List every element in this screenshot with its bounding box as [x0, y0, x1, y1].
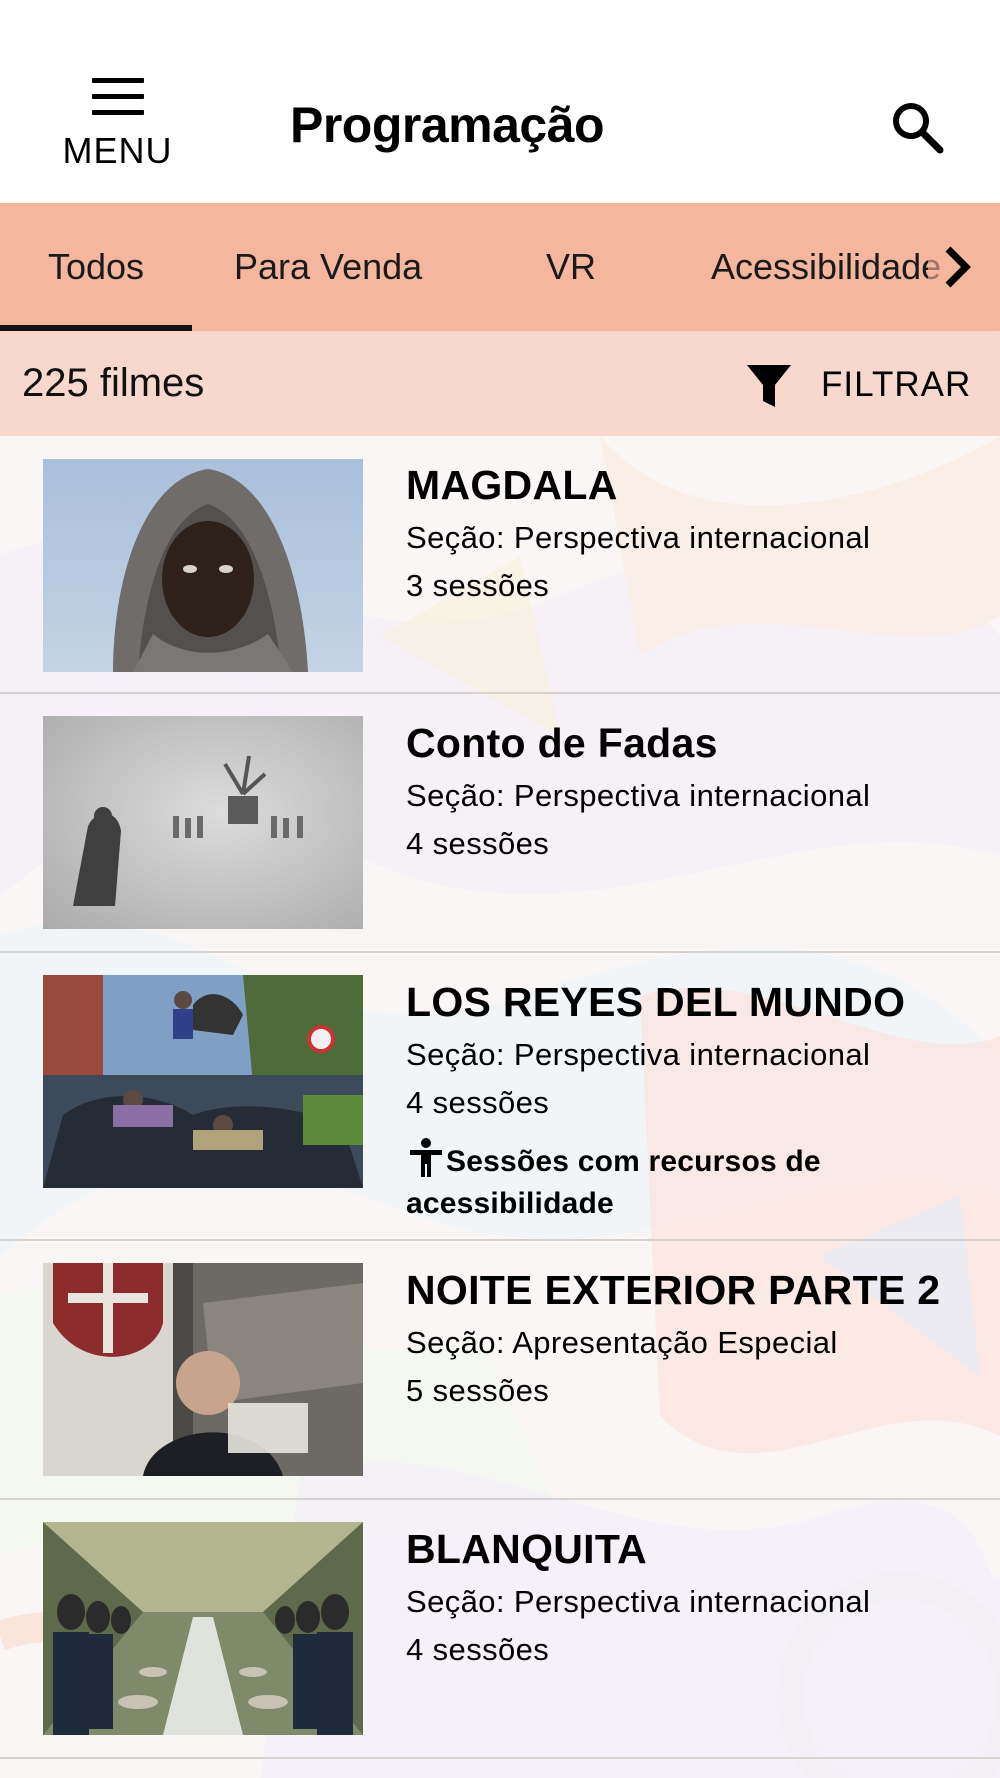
film-title: BLANQUITA — [406, 1526, 648, 1572]
film-thumbnail — [43, 459, 363, 672]
active-tab-indicator — [0, 325, 192, 331]
film-details: LOS REYES DEL MUNDO Seção: Perspectiva i… — [406, 977, 1000, 1225]
film-list-item[interactable]: NOITE EXTERIOR PARTE 2 Seção: Apresentaç… — [0, 1241, 1000, 1500]
hamburger-icon — [91, 78, 144, 116]
chevron-right-icon — [945, 246, 971, 288]
tabs-scroll-next-button[interactable] — [928, 237, 988, 297]
menu-button[interactable]: MENU — [50, 70, 185, 185]
film-title: NOITE EXTERIOR PARTE 2 — [406, 1267, 941, 1313]
film-details: NOITE EXTERIOR PARTE 2 Seção: Apresentaç… — [406, 1265, 1000, 1411]
category-tabs: Todos Para Venda VR Acessibilidade — [0, 203, 1000, 331]
film-details: Conto de Fadas Seção: Perspectiva intern… — [406, 718, 1000, 864]
filter-label: FILTRAR — [821, 365, 972, 404]
film-sessions: 4 sessões — [406, 826, 550, 861]
film-sessions: 5 sessões — [406, 1373, 550, 1408]
film-thumbnail — [43, 1522, 363, 1735]
film-section: Seção: Perspectiva internacional — [406, 1037, 871, 1072]
film-list-item[interactable]: Conto de Fadas Seção: Perspectiva intern… — [0, 694, 1000, 953]
film-section: Seção: Apresentação Especial — [406, 1325, 838, 1360]
funnel-icon — [747, 365, 791, 407]
film-list-item[interactable]: LOS REYES DEL MUNDO Seção: Perspectiva i… — [0, 953, 1000, 1241]
film-thumbnail — [43, 975, 363, 1188]
accessibility-note: Sessões com recursos de acessibilidade — [406, 1137, 926, 1225]
film-section: Seção: Perspectiva internacional — [406, 520, 871, 555]
film-sessions: 4 sessões — [406, 1085, 550, 1120]
search-icon — [893, 103, 944, 154]
results-bar: 225 filmes FILTRAR — [0, 331, 1000, 436]
film-sessions: 3 sessões — [406, 568, 550, 603]
search-button[interactable] — [888, 98, 948, 158]
film-list-item[interactable]: MAGDALA Seção: Perspectiva internacional… — [0, 436, 1000, 694]
accessibility-note-text: Sessões com recursos de acessibilidade — [406, 1145, 821, 1220]
film-thumbnail — [43, 1263, 363, 1476]
film-sessions: 4 sessões — [406, 1632, 550, 1667]
film-list: MAGDALA Seção: Perspectiva internacional… — [0, 436, 1000, 1759]
film-details: BLANQUITA Seção: Perspectiva internacion… — [406, 1524, 1000, 1670]
film-section: Seção: Perspectiva internacional — [406, 1584, 871, 1619]
film-count: 225 filmes — [22, 361, 205, 405]
page-title: Programação — [290, 97, 605, 153]
film-thumbnail — [43, 716, 363, 929]
menu-label: MENU — [62, 130, 173, 171]
film-title: LOS REYES DEL MUNDO — [406, 979, 906, 1025]
accessibility-person-icon — [410, 1138, 442, 1177]
tab-todos[interactable]: Todos — [0, 203, 192, 331]
app-header: MENU Programação — [0, 0, 1000, 203]
film-section: Seção: Perspectiva internacional — [406, 778, 871, 813]
programacao-screen: MENU Programação Todos Para Venda VR Ace… — [0, 0, 1000, 1778]
film-title: MAGDALA — [406, 462, 618, 508]
tab-acessibilidade[interactable]: Acessibilidade — [711, 203, 941, 331]
film-title: Conto de Fadas — [406, 720, 718, 766]
film-list-item[interactable]: BLANQUITA Seção: Perspectiva internacion… — [0, 1500, 1000, 1759]
film-details: MAGDALA Seção: Perspectiva internacional… — [406, 460, 1000, 606]
tab-para-venda[interactable]: Para Venda — [234, 203, 422, 331]
tab-vr[interactable]: VR — [546, 203, 596, 331]
